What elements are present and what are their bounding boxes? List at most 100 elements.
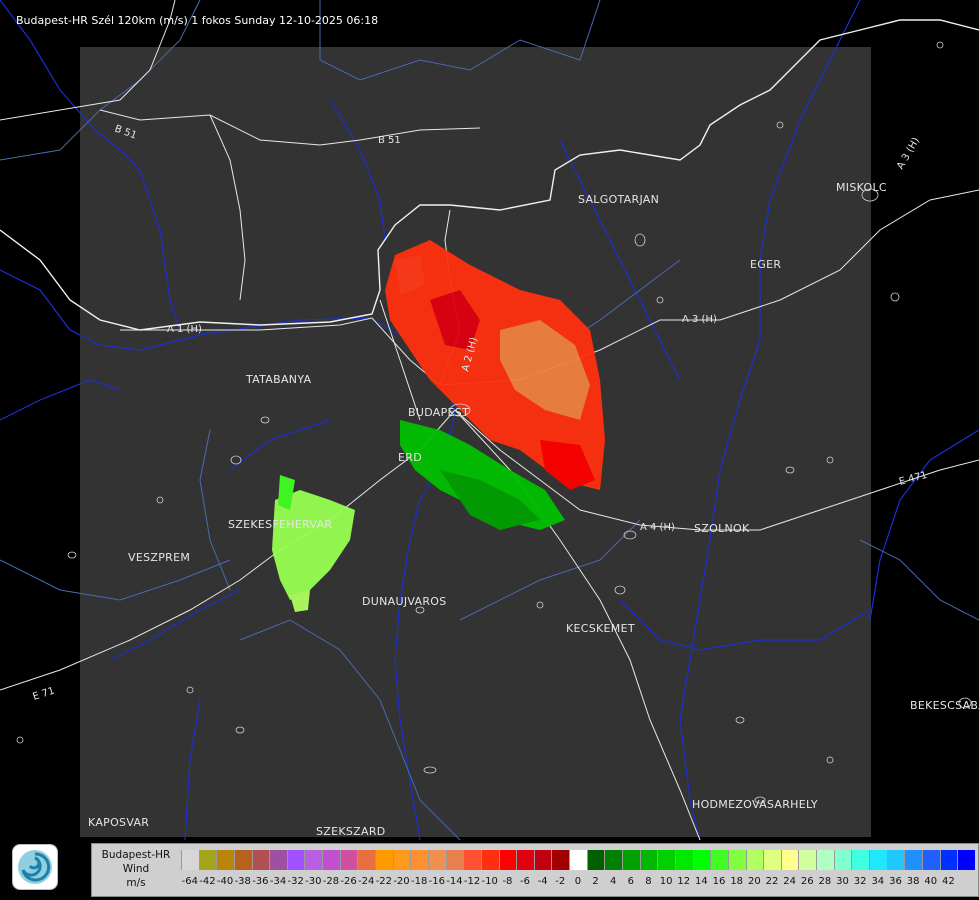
legend-tick-label: -32 — [287, 876, 304, 887]
radar-coverage-area — [80, 47, 871, 837]
road-label: B 51 — [378, 135, 401, 146]
legend-swatch — [957, 850, 975, 870]
legend-swatch — [851, 850, 869, 870]
legend-tick-label: 38 — [906, 876, 920, 887]
legend-ticks: -64 -42 -40 -38 -36 -34 -32 -30 -28 -26 -24 -22 -20-… — [181, 876, 957, 887]
legend-swatch — [304, 850, 323, 870]
legend-swatch — [286, 850, 305, 870]
legend-swatch — [392, 850, 411, 870]
legend-tick-label: 26 — [800, 876, 814, 887]
legend-swatch — [868, 850, 887, 870]
legend-tick-label: -6 — [520, 876, 530, 887]
legend-tick-label: -22 — [375, 876, 393, 887]
legend-swatch — [816, 850, 834, 870]
legend-tick-label: 42 — [942, 876, 955, 887]
legend-tick-label: 10 — [659, 876, 673, 887]
legend-tick-label: 20 — [747, 876, 761, 887]
swirl-logo-icon — [18, 850, 52, 884]
legend-tick-label: -14 — [446, 876, 463, 887]
legend-tick-label: -12 — [463, 876, 481, 887]
city-label: KAPOSVAR — [88, 816, 149, 829]
city-label: TATABANYA — [245, 373, 311, 386]
legend-tick-label: -30 — [305, 876, 322, 887]
legend-swatch — [710, 850, 728, 870]
legend-tick-label: -36 — [252, 876, 269, 887]
legend-swatch — [569, 850, 587, 870]
legend-swatch — [269, 850, 287, 870]
city-label: ERD — [398, 451, 422, 464]
legend-tick-label: 18 — [730, 876, 744, 887]
legend-tick-label: -16 — [428, 876, 445, 887]
city-label: VESZPREM — [128, 551, 190, 564]
legend-tick-label: 0 — [574, 876, 582, 887]
legend-tick-label: -10 — [481, 876, 498, 887]
legend-swatch — [427, 850, 446, 870]
legend-swatch — [357, 850, 376, 870]
city-label: DUNAUJVAROS — [362, 595, 447, 608]
legend-swatch — [939, 850, 958, 870]
legend-tick-label: 34 — [871, 876, 885, 887]
legend-swatch — [463, 850, 481, 870]
city-label: KECSKEMET — [566, 622, 635, 635]
legend-tick-label: -2 — [555, 876, 566, 887]
legend-tick-label: -38 — [234, 876, 251, 887]
legend-swatch — [480, 850, 499, 870]
legend-tick-label: 8 — [645, 876, 652, 887]
met-service-logo — [12, 844, 58, 890]
legend-swatch — [516, 850, 534, 870]
legend-heading-unit: m/s — [126, 877, 146, 889]
legend-tick-label: -28 — [322, 876, 340, 887]
legend-swatch — [498, 850, 517, 870]
legend-swatches — [181, 850, 975, 870]
legend-tick-label: -64 — [181, 876, 198, 887]
legend-tick-label: 4 — [610, 876, 617, 887]
legend-tick-label: 16 — [712, 876, 726, 887]
legend-tick-label: 6 — [627, 876, 635, 887]
city-label: MISKOLC — [836, 181, 887, 194]
legend-tick-label: 2 — [592, 876, 599, 887]
legend-swatch — [339, 850, 358, 870]
legend-swatch — [657, 850, 675, 870]
wind-legend: Budapest-HR Wind m/s -64 -42 -40 -38 -36 -34-… — [91, 843, 979, 897]
legend-tick-label: 28 — [818, 876, 832, 887]
map-title: Budapest-HR Szél 120km (m/s) 1 fokos Sun… — [16, 14, 379, 27]
legend-swatch — [216, 850, 234, 870]
road-label: A 1 (H) — [167, 324, 202, 335]
legend-swatch — [586, 850, 605, 870]
legend-swatch — [674, 850, 693, 870]
legend-swatch — [904, 850, 922, 870]
legend-heading-product: Wind — [122, 863, 150, 875]
city-label: BUDAPEST — [408, 406, 469, 419]
legend-swatch — [551, 850, 570, 870]
legend-tick-label: -4 — [537, 876, 548, 887]
legend-swatch — [833, 850, 852, 870]
road-label: A 3 (H) — [682, 314, 717, 325]
legend-tick-label: 40 — [924, 876, 938, 887]
legend-swatch — [533, 850, 552, 870]
legend-swatch — [763, 850, 781, 870]
legend-tick-label: 32 — [853, 876, 867, 887]
legend-swatch — [886, 850, 905, 870]
road-label: A 4 (H) — [640, 522, 675, 533]
legend-tick-label: -26 — [340, 876, 357, 887]
legend-tick-label: -34 — [269, 876, 287, 887]
legend-heading: Budapest-HR Wind m/s — [92, 844, 180, 896]
city-label: HODMEZOVASARHELY — [692, 798, 818, 811]
city-label: EGER — [750, 258, 781, 271]
city-label: SZEKESFEHERVAR — [228, 518, 332, 531]
city-label: BEKESCSABA — [910, 699, 979, 712]
legend-swatch — [780, 850, 799, 870]
legend-swatch — [604, 850, 623, 870]
legend-tick-label: 30 — [836, 876, 849, 887]
legend-swatch — [181, 850, 199, 870]
legend-tick-label: -8 — [502, 876, 513, 887]
radar-map: SALGOTARJAN EGER MISKOLC TATABANYA BUDAP… — [0, 0, 979, 900]
legend-swatch — [233, 850, 252, 870]
legend-swatch — [639, 850, 658, 870]
legend-tick-label: -40 — [216, 876, 234, 887]
legend-swatch — [375, 850, 393, 870]
legend-heading-source: Budapest-HR — [101, 849, 171, 861]
legend-tick-label: 24 — [783, 876, 796, 887]
legend-tick-label: 14 — [695, 876, 708, 887]
legend-swatch — [445, 850, 464, 870]
